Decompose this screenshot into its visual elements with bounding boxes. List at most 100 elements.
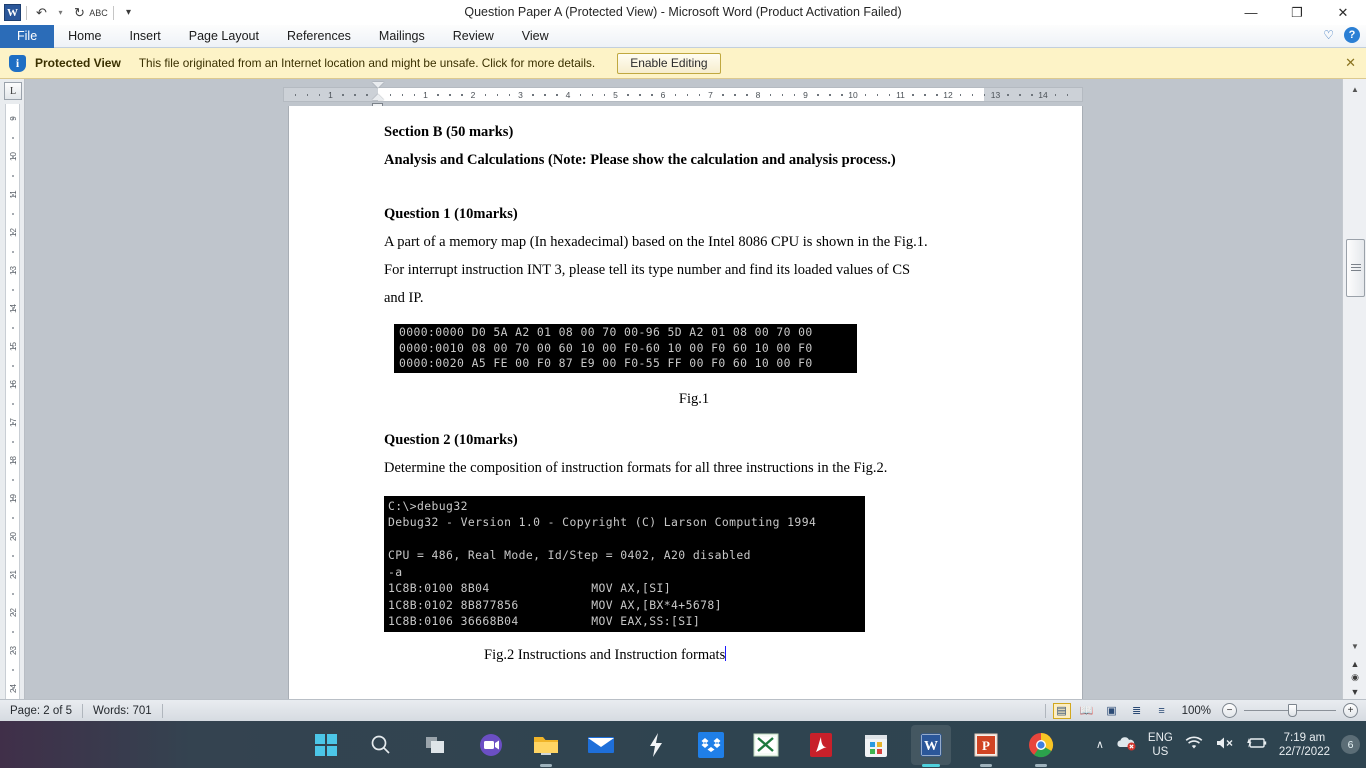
ruler-tick bbox=[342, 94, 344, 96]
tray-overflow-icon[interactable]: ∧ bbox=[1096, 738, 1104, 751]
q1-line-1: A part of a memory map (In hexadecimal) … bbox=[384, 234, 928, 250]
tab-mailings[interactable]: Mailings bbox=[365, 25, 439, 48]
vertical-ruler-tick bbox=[12, 251, 14, 253]
tab-page-layout[interactable]: Page Layout bbox=[175, 25, 273, 48]
excel-icon[interactable] bbox=[746, 725, 786, 765]
tab-home[interactable]: Home bbox=[54, 25, 115, 48]
ruler-label: 14 bbox=[1038, 90, 1048, 100]
notification-badge[interactable]: 6 bbox=[1341, 735, 1360, 754]
protected-view-message: This file originated from an Internet lo… bbox=[138, 56, 596, 70]
wifi-icon[interactable] bbox=[1184, 735, 1204, 754]
ruler-tick bbox=[674, 94, 677, 96]
ruler-tick bbox=[556, 94, 558, 96]
tab-review[interactable]: Review bbox=[439, 25, 508, 48]
word-count[interactable]: Words: 701 bbox=[83, 700, 162, 722]
tab-insert[interactable]: Insert bbox=[116, 25, 175, 48]
ruler-tick bbox=[793, 94, 796, 96]
onedrive-error-icon[interactable] bbox=[1115, 735, 1137, 754]
outline-view-icon[interactable]: ≣ bbox=[1128, 703, 1146, 719]
vertical-ruler-tick bbox=[12, 327, 14, 329]
vertical-ruler-tick bbox=[12, 422, 14, 424]
vertical-ruler-tick bbox=[12, 650, 14, 652]
full-screen-reading-view-icon[interactable]: 📖 bbox=[1078, 703, 1096, 719]
vertical-ruler-tick bbox=[12, 270, 14, 272]
language-indicator[interactable]: ENG US bbox=[1148, 731, 1173, 759]
ruler-tick bbox=[544, 94, 546, 96]
meet-now-icon[interactable] bbox=[471, 725, 511, 765]
ruler-tick bbox=[888, 94, 891, 96]
print-layout-view-icon[interactable]: ▤ bbox=[1052, 702, 1071, 719]
horizontal-ruler[interactable]: 1 1 2 3 4 5 6 7 8 9 10 11 12 13 14 bbox=[25, 82, 1342, 110]
clock[interactable]: 7:19 am 22/7/2022 bbox=[1279, 731, 1330, 759]
minimize-ribbon-icon[interactable]: ♡ bbox=[1323, 28, 1334, 42]
zoom-out-button[interactable]: − bbox=[1222, 703, 1237, 718]
web-layout-view-icon[interactable]: ▣ bbox=[1103, 703, 1121, 719]
flash-icon[interactable] bbox=[636, 725, 676, 765]
ruler-tick bbox=[698, 94, 701, 96]
chrome-icon[interactable] bbox=[1021, 725, 1061, 767]
ruler-tick bbox=[1054, 94, 1057, 96]
zoom-in-button[interactable]: + bbox=[1343, 703, 1358, 718]
task-view-icon[interactable] bbox=[416, 725, 456, 765]
enable-editing-button[interactable]: Enable Editing bbox=[617, 52, 721, 74]
page-indicator[interactable]: Page: 2 of 5 bbox=[0, 700, 82, 722]
heading-question-2: Question 2 (10marks) bbox=[384, 431, 518, 448]
scrollbar-grip-icon bbox=[1351, 264, 1361, 271]
word-icon[interactable]: W bbox=[910, 724, 951, 767]
dropbox-icon[interactable] bbox=[691, 725, 731, 765]
store-icon[interactable] bbox=[856, 725, 896, 765]
powerpoint-icon[interactable]: P bbox=[966, 725, 1006, 767]
vertical-ruler[interactable]: L 9101112131415161718192021222324 bbox=[0, 79, 25, 699]
vertical-ruler-tick bbox=[12, 441, 14, 443]
search-icon[interactable] bbox=[361, 725, 401, 765]
next-page-icon[interactable]: ▼ bbox=[1347, 684, 1363, 699]
vertical-ruler-tick bbox=[12, 460, 14, 462]
figure-2-caption: Fig.2 Instructions and Instruction forma… bbox=[484, 646, 726, 663]
scroll-down-icon[interactable]: ▼ bbox=[1345, 637, 1365, 655]
zoom-level[interactable]: 100% bbox=[1178, 700, 1215, 722]
file-explorer-icon[interactable] bbox=[526, 725, 566, 767]
help-icon[interactable]: ? bbox=[1344, 27, 1360, 43]
ruler-tick bbox=[389, 94, 392, 96]
ruler-tick bbox=[354, 94, 356, 96]
ruler-tick bbox=[971, 94, 974, 96]
word-window: W ↶ ▾ ↻ ABC ▾ Question Paper A (Protecte… bbox=[0, 0, 1366, 768]
battery-charging-icon[interactable] bbox=[1246, 735, 1268, 754]
heading-analysis: Analysis and Calculations (Note: Please … bbox=[384, 152, 896, 168]
document-body[interactable]: Section B (50 marks) Analysis and Calcul… bbox=[384, 118, 1004, 664]
close-button[interactable]: ✕ bbox=[1320, 0, 1366, 25]
first-line-indent-marker[interactable] bbox=[372, 82, 384, 88]
start-icon[interactable] bbox=[306, 725, 346, 765]
zoom-slider[interactable] bbox=[1244, 703, 1336, 718]
ruler-tick bbox=[401, 94, 404, 96]
hanging-indent-marker[interactable] bbox=[372, 94, 384, 100]
vertical-ruler-track: 9101112131415161718192021222324 bbox=[5, 104, 20, 699]
restore-button[interactable]: ❐ bbox=[1274, 0, 1320, 25]
previous-page-icon[interactable]: ▲ bbox=[1347, 656, 1363, 671]
taskbar: W P ∧ ENG US 7:19 am 22/7/2022 6 bbox=[0, 721, 1366, 768]
acrobat-icon[interactable] bbox=[801, 725, 841, 765]
ruler-label: 2 bbox=[470, 90, 476, 100]
tab-view[interactable]: View bbox=[508, 25, 563, 48]
tab-file[interactable]: File bbox=[0, 25, 55, 48]
ruler-label: 8 bbox=[755, 90, 761, 100]
scroll-up-icon[interactable]: ▲ bbox=[1345, 80, 1365, 98]
protected-view-title: Protected View bbox=[35, 56, 121, 70]
svg-text:P: P bbox=[982, 738, 990, 753]
tab-selector-icon[interactable]: L bbox=[4, 82, 22, 100]
volume-muted-icon[interactable] bbox=[1215, 735, 1235, 754]
tab-references[interactable]: References bbox=[273, 25, 365, 48]
draft-view-icon[interactable]: ≡ bbox=[1153, 703, 1171, 719]
document-page[interactable]: Section B (50 marks) Analysis and Calcul… bbox=[289, 106, 1082, 699]
close-protected-view-icon[interactable]: ✕ bbox=[1345, 55, 1356, 71]
zoom-slider-knob[interactable] bbox=[1288, 704, 1297, 717]
ruler-tick bbox=[841, 94, 843, 96]
scrollbar-thumb[interactable] bbox=[1346, 239, 1365, 297]
ruler-tick bbox=[366, 94, 368, 96]
figure-1-caption: Fig.1 bbox=[678, 390, 710, 407]
mail-icon[interactable] bbox=[581, 725, 621, 765]
vertical-scrollbar[interactable]: ▲ ▼ ▲ ◉ ▼ bbox=[1342, 79, 1366, 699]
minimize-button[interactable]: — bbox=[1228, 0, 1274, 25]
select-browse-object-icon[interactable]: ◉ bbox=[1347, 670, 1363, 685]
